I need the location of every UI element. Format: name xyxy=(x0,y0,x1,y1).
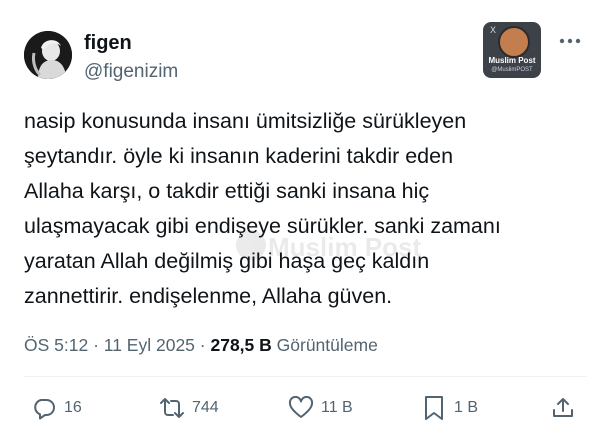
tweet-text-line: ulaşmayacak gibi endişeye sürükler. sank… xyxy=(24,214,501,238)
x-logo-icon: X xyxy=(490,25,497,35)
views-count[interactable]: 278,5 B xyxy=(210,335,271,355)
retweet-button[interactable]: 744 xyxy=(158,394,219,422)
tweet-text-line: nasip konusunda insanı ümitsizliğe sürük… xyxy=(24,109,467,133)
divider xyxy=(24,376,587,377)
bookmark-button[interactable]: 1 B xyxy=(420,394,478,422)
tweet-time[interactable]: ÖS 5:12 xyxy=(24,335,88,355)
like-count: 11 B xyxy=(321,399,353,416)
tweet-card: figen @figenizim X Muslim Post @MuslimPO… xyxy=(0,0,611,440)
reply-count: 16 xyxy=(64,399,82,416)
bookmark-icon xyxy=(420,394,448,422)
more-options-button[interactable] xyxy=(557,28,583,54)
badge-subtitle: @MuslimPOST xyxy=(491,67,533,73)
heart-icon xyxy=(287,394,315,422)
share-button[interactable] xyxy=(549,394,577,422)
tweet-text-line: yaratan Allah değilmiş gibi haşa geç kal… xyxy=(24,249,430,273)
share-icon xyxy=(549,394,577,422)
reply-icon xyxy=(30,394,58,422)
tweet-text-line: şeytandır. öyle ki insanın kaderini takd… xyxy=(24,144,454,168)
like-button[interactable]: 11 B xyxy=(287,394,353,422)
author-avatar[interactable] xyxy=(24,31,72,79)
badge-title: Muslim Post xyxy=(488,56,536,65)
author-handle[interactable]: @figenizim xyxy=(84,60,178,84)
retweet-icon xyxy=(158,394,186,422)
meta-separator: · xyxy=(88,335,104,355)
tweet-date[interactable]: 11 Eyl 2025 xyxy=(104,335,195,355)
retweet-count: 744 xyxy=(192,399,219,416)
badge-avatar-icon xyxy=(498,26,530,58)
tweet-text: nasip konusunda insanı ümitsizliğe sürük… xyxy=(24,104,594,314)
bookmark-count: 1 B xyxy=(454,399,479,416)
reply-button[interactable]: 16 xyxy=(30,394,82,422)
tweet-text-line: zannettirir. endişelenme, Allaha güven. xyxy=(24,284,393,308)
tweet-meta: ÖS 5:12 · 11 Eyl 2025 · 278,5 B Görüntül… xyxy=(24,333,378,357)
author-name[interactable]: figen xyxy=(84,31,132,55)
muslim-post-badge: X Muslim Post @MuslimPOST xyxy=(483,22,541,78)
meta-separator: · xyxy=(194,335,211,355)
views-label: Görüntüleme xyxy=(271,335,378,355)
tweet-text-line: Allaha karşı, o takdir ettiği sanki insa… xyxy=(24,179,430,203)
more-dots-icon xyxy=(559,38,581,44)
profile-silhouette-icon xyxy=(24,31,72,79)
